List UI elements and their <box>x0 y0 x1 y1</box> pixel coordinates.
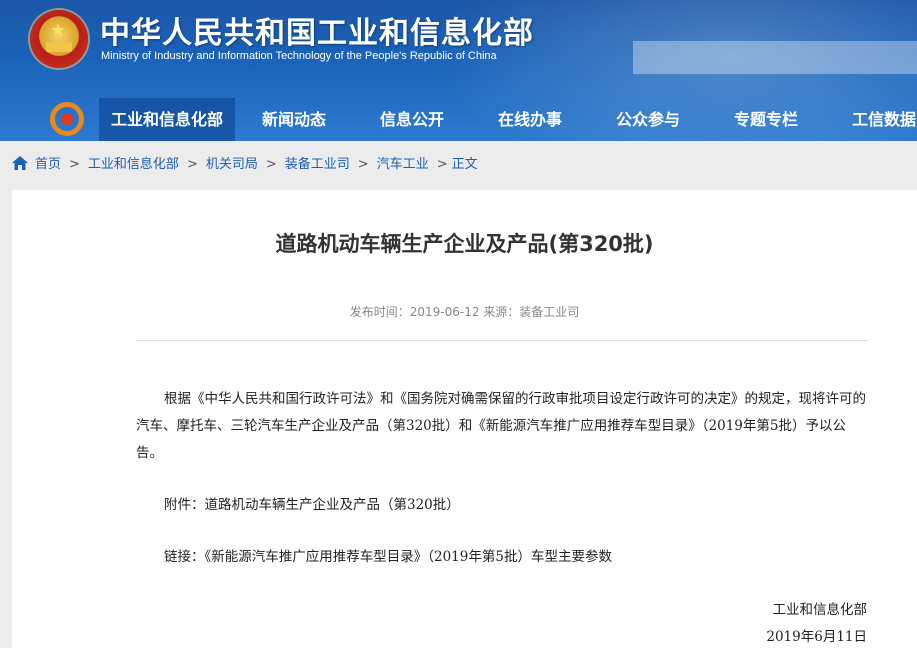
nav-item-miit[interactable]: 工业和信息化部 <box>99 98 236 141</box>
divider <box>136 340 867 341</box>
breadcrumb-separator: > <box>265 157 277 172</box>
breadcrumb-equipment-dept[interactable]: 装备工业司 <box>285 157 350 172</box>
nav-item-online-services[interactable]: 在线办事 <box>498 98 562 141</box>
site-title[interactable]: 中华人民共和国工业和信息化部 <box>100 8 534 52</box>
breadcrumb-auto-industry[interactable]: 汽车工业 <box>377 157 429 172</box>
star-icon: ★ <box>50 20 67 41</box>
attachment-label: 附件： <box>164 497 205 513</box>
site-header: ★ 中华人民共和国工业和信息化部 Ministry of Industry an… <box>0 0 917 141</box>
article-paragraph: 根据《中华人民共和国行政许可法》和《国务院对确需保留的行政审批项目设定行政许可的… <box>136 391 866 461</box>
nav-item-data[interactable]: 工信数据 <box>852 98 916 141</box>
breadcrumb-separator: > <box>436 157 448 172</box>
site-subtitle: Ministry of Industry and Information Tec… <box>101 50 497 62</box>
article-title: 道路机动车辆生产企业及产品(第320批) <box>275 232 654 256</box>
gate-icon <box>46 42 72 52</box>
breadcrumb-current[interactable]: 正文 <box>452 157 478 172</box>
nav-item-special-topics[interactable]: 专题专栏 <box>734 98 798 141</box>
signature-organization: 工业和信息化部 <box>772 602 868 618</box>
breadcrumb-departments[interactable]: 机关司局 <box>206 157 258 172</box>
attachment-line: 附件：道路机动车辆生产企业及产品（第320批） <box>136 492 867 519</box>
main-nav: 工业和信息化部 新闻动态 信息公开 在线办事 公众参与 专题专栏 工信数据 <box>0 98 917 141</box>
link-label: 链接： <box>164 549 205 565</box>
attachment-link[interactable]: 道路机动车辆生产企业及产品（第320批） <box>205 497 460 513</box>
article-meta: 发布时间：2019-06-12 来源：装备工业司 <box>349 305 580 319</box>
signature-date: 2019年6月11日 <box>766 629 867 645</box>
breadcrumb-separator: > <box>357 157 369 172</box>
article-card: 道路机动车辆生产企业及产品(第320批) 发布时间：2019-06-12 来源：… <box>12 190 917 648</box>
home-icon[interactable] <box>12 156 28 170</box>
breadcrumb-home[interactable]: 首页 <box>35 157 61 172</box>
breadcrumb-separator: > <box>186 157 198 172</box>
breadcrumb: 首页 > 工业和信息化部 > 机关司局 > 装备工业司 > 汽车工业 > 正文 <box>12 150 478 180</box>
breadcrumb-miit[interactable]: 工业和信息化部 <box>88 157 179 172</box>
breadcrumb-separator: > <box>69 157 80 172</box>
search-input[interactable] <box>633 41 917 74</box>
catalog-link[interactable]: 《新能源汽车推广应用推荐车型目录》（2019年第5批）车型主要参数 <box>205 549 612 565</box>
nav-item-public-participation[interactable]: 公众参与 <box>616 98 680 141</box>
nav-item-info-disclosure[interactable]: 信息公开 <box>380 98 444 141</box>
reference-link-line: 链接：《新能源汽车推广应用推荐车型目录》（2019年第5批）车型主要参数 <box>136 544 867 571</box>
miit-logo-icon[interactable] <box>50 102 84 136</box>
nav-item-news[interactable]: 新闻动态 <box>262 98 326 141</box>
national-emblem-logo[interactable]: ★ <box>30 10 88 68</box>
